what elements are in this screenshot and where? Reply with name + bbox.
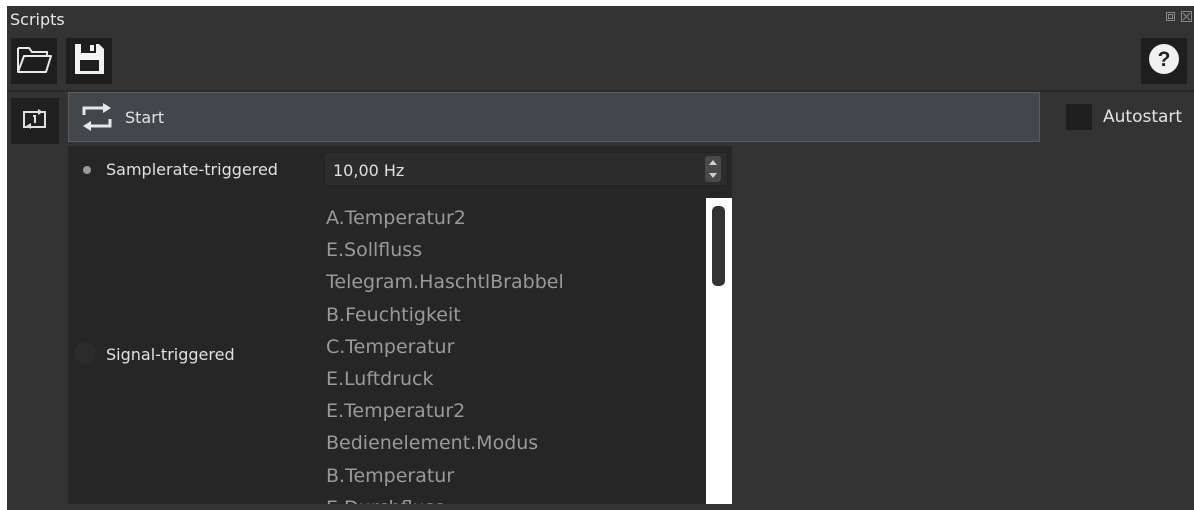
- spin-up-icon[interactable]: [709, 160, 717, 165]
- samplerate-value[interactable]: 10,00 Hz: [333, 161, 404, 180]
- samplerate-label[interactable]: Samplerate-triggered: [106, 160, 278, 179]
- scrollbar-thumb[interactable]: [712, 206, 725, 286]
- close-icon[interactable]: [1181, 11, 1192, 26]
- samplerate-radio[interactable]: [78, 161, 96, 179]
- save-button[interactable]: [66, 38, 112, 84]
- floppy-save-icon: [71, 41, 107, 81]
- signal-list-item[interactable]: E.Sollfluss: [326, 234, 706, 266]
- float-icon[interactable]: [1165, 11, 1181, 26]
- reload-button[interactable]: [11, 98, 59, 144]
- signal-list-scrollbar[interactable]: [706, 198, 732, 504]
- reload-icon: [22, 108, 48, 134]
- signal-list[interactable]: A.Temperatur2 E.Sollfluss Telegram.Hasch…: [326, 202, 706, 504]
- signal-list-item[interactable]: Telegram.HaschtlBrabbel: [326, 266, 706, 298]
- samplerate-spinbox[interactable]: 10,00 Hz: [324, 152, 728, 186]
- signal-radio[interactable]: [74, 342, 96, 364]
- trigger-popup: Samplerate-triggered 10,00 Hz Signal-tri…: [68, 146, 732, 504]
- scripts-panel: Scripts ? Start Autostart Samplerate-tri…: [7, 6, 1194, 510]
- spin-down-icon[interactable]: [709, 173, 717, 178]
- start-label: Start: [125, 107, 165, 127]
- signal-list-item[interactable]: C.Temperatur: [326, 331, 706, 363]
- help-icon: ?: [1148, 43, 1180, 79]
- start-button[interactable]: Start: [68, 92, 1040, 142]
- help-glyph: ?: [1158, 48, 1171, 71]
- autostart-checkbox[interactable]: [1066, 104, 1092, 130]
- signal-list-item[interactable]: Bedienelement.Modus: [326, 427, 706, 459]
- panel-title: Scripts: [10, 10, 65, 29]
- autostart-label[interactable]: Autostart: [1103, 107, 1182, 127]
- signal-list-item[interactable]: E.Luftdruck: [326, 363, 706, 395]
- signal-list-item[interactable]: A.Temperatur2: [326, 202, 706, 234]
- loop-icon: [81, 102, 113, 132]
- signal-list-item[interactable]: B.Temperatur: [326, 460, 706, 492]
- signal-label[interactable]: Signal-triggered: [106, 345, 235, 364]
- folder-open-icon: [15, 42, 53, 80]
- signal-list-item[interactable]: B.Feuchtigkeit: [326, 299, 706, 331]
- help-button[interactable]: ?: [1141, 38, 1187, 84]
- panel-titlebar: Scripts: [7, 6, 1194, 36]
- spinbox-arrows[interactable]: [705, 156, 721, 182]
- signal-list-item[interactable]: E.Temperatur2: [326, 395, 706, 427]
- signal-list-item[interactable]: E.Durchfluss: [326, 492, 706, 504]
- open-button[interactable]: [11, 38, 57, 84]
